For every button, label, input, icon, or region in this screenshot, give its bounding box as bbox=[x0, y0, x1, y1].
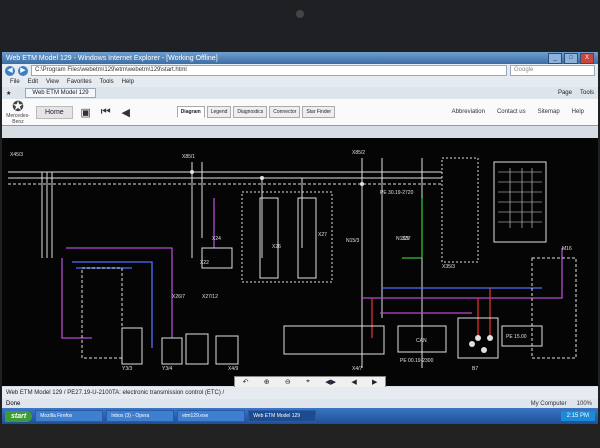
home-button[interactable]: Home bbox=[36, 105, 73, 119]
diagram-box-1: PE 00.19-2300 bbox=[400, 358, 434, 364]
tab-star-finder[interactable]: Star Finder bbox=[302, 106, 336, 118]
screen: Web ETM Model 129 - Windows Internet Exp… bbox=[2, 52, 598, 424]
app-tabs: Diagram Legend Diagnostics Connector Sta… bbox=[176, 106, 336, 118]
diagram-label-13: X4/9 bbox=[228, 366, 239, 372]
clock: 2:15 PM bbox=[560, 411, 595, 421]
favorites-star-icon[interactable]: ★ bbox=[6, 90, 11, 97]
status-done: Done bbox=[6, 400, 21, 407]
menu-favorites[interactable]: Favorites bbox=[67, 79, 92, 85]
taskbar-item-2[interactable]: etm129.exe bbox=[177, 410, 246, 422]
taskbar-item-3[interactable]: Web ETM Model 129 bbox=[248, 410, 317, 422]
diagram-label-0: X85/1 bbox=[182, 154, 195, 160]
taskbar-item-0[interactable]: Mozilla Firefox bbox=[35, 410, 104, 422]
window-titlebar: Web ETM Model 129 - Windows Internet Exp… bbox=[2, 52, 598, 64]
diagram-label-5: X22 bbox=[200, 260, 209, 266]
ie-status-bar: Done My Computer 100% bbox=[2, 399, 598, 408]
menu-help[interactable]: Help bbox=[122, 79, 134, 85]
tools-menu[interactable]: Tools bbox=[580, 90, 594, 96]
logo-text: Mercedes-Benz bbox=[6, 113, 30, 125]
favorites-bar: ★ Web ETM Model 129 Page Tools bbox=[2, 87, 598, 99]
forward-arrow-icon[interactable]: ▶ bbox=[18, 65, 28, 76]
menu-file[interactable]: File bbox=[10, 79, 20, 85]
menu-tools[interactable]: Tools bbox=[100, 79, 114, 85]
url-input[interactable]: C:\Program Files\webetm\129\etm\webetm\1… bbox=[31, 65, 507, 76]
taskbar: start Mozilla Firefox Inbox (3) - Opera … bbox=[2, 408, 598, 424]
zoom-in-icon[interactable]: ⊕ bbox=[264, 378, 270, 386]
next-icon[interactable]: ▶ bbox=[372, 378, 377, 386]
brand-logo: ✪ Mercedes-Benz bbox=[6, 99, 30, 125]
browser-tab[interactable]: Web ETM Model 129 bbox=[25, 88, 96, 98]
back-icon[interactable]: ◀ bbox=[119, 105, 133, 119]
diagram-svg: X45/3 X85/1 X85/2 X27 X26 X24 X22 X26/7 … bbox=[8, 150, 577, 372]
search-input[interactable]: Google bbox=[510, 65, 595, 76]
diagram-box-2: PE 15.00 bbox=[506, 334, 527, 340]
diagram-label-10: M16 bbox=[562, 246, 572, 252]
webcam bbox=[296, 10, 304, 18]
diagram-label-17: Z37 bbox=[402, 236, 411, 242]
close-button[interactable]: X bbox=[580, 52, 594, 64]
window-title: Web ETM Model 129 - Windows Internet Exp… bbox=[6, 54, 218, 62]
pan-icon[interactable]: ◀▶ bbox=[325, 378, 336, 386]
tab-connector[interactable]: Connector bbox=[269, 106, 301, 118]
skip-back-icon[interactable]: ⏮ bbox=[99, 105, 113, 119]
minimize-button[interactable]: _ bbox=[548, 52, 562, 64]
tab-diagram[interactable]: Diagram bbox=[176, 106, 205, 118]
diagram-label-15: Y3/4 bbox=[162, 366, 173, 372]
diagram-box-0: PE 30.19-2720 bbox=[380, 190, 414, 196]
diagram-label-3: X26 bbox=[272, 244, 281, 250]
link-contact[interactable]: Contact us bbox=[497, 109, 526, 115]
diagram-label-top-left: X45/3 bbox=[10, 152, 23, 158]
taskbar-item-1[interactable]: Inbox (3) - Opera bbox=[106, 410, 175, 422]
diagram-label-18: CAN bbox=[416, 338, 427, 344]
diagram-label-14: Y3/3 bbox=[122, 366, 133, 372]
status-zone: My Computer bbox=[530, 400, 567, 407]
diagram-label-8: N15/3 bbox=[346, 238, 360, 244]
breadcrumb: Web ETM Model 129 / PE27.19-U-2100TA: el… bbox=[2, 387, 598, 399]
menu-edit[interactable]: Edit bbox=[28, 79, 38, 85]
diagram-label-7: X27/12 bbox=[202, 294, 218, 300]
tab-diagnostics[interactable]: Diagnostics bbox=[233, 106, 268, 118]
diagram-label-2: X27 bbox=[318, 232, 327, 238]
menu-bar: File Edit View Favorites Tools Help bbox=[2, 77, 598, 87]
laptop-bottom-bezel bbox=[0, 424, 600, 448]
prev-icon[interactable]: ◀ bbox=[351, 378, 356, 386]
diagram-label-6: X26/7 bbox=[172, 294, 185, 300]
back-arrow-icon[interactable]: ◀ bbox=[5, 65, 15, 76]
status-zoom[interactable]: 100% bbox=[577, 401, 592, 407]
diagram-label-11: B7 bbox=[472, 366, 478, 372]
undo-icon[interactable]: ↶ bbox=[243, 378, 249, 386]
link-help[interactable]: Help bbox=[572, 109, 584, 115]
maximize-button[interactable]: □ bbox=[564, 52, 578, 64]
app-toolbar: ✪ Mercedes-Benz Home ▣ ⏮ ◀ Diagram Legen… bbox=[2, 99, 598, 126]
diagram-label-1: X85/2 bbox=[352, 150, 365, 156]
diagram-label-16: X35/3 bbox=[442, 264, 455, 270]
link-abbreviation[interactable]: Abbreviation bbox=[452, 109, 485, 115]
tab-legend[interactable]: Legend bbox=[206, 106, 232, 118]
link-sitemap[interactable]: Sitemap bbox=[538, 109, 560, 115]
zoom-out-icon[interactable]: ⊖ bbox=[285, 378, 291, 386]
diagram-label-12: X4/7 bbox=[352, 366, 363, 372]
page-menu[interactable]: Page bbox=[558, 90, 572, 96]
wiring-diagram[interactable]: X45/3 X85/1 X85/2 X27 X26 X24 X22 X26/7 … bbox=[2, 138, 598, 386]
menu-view[interactable]: View bbox=[46, 79, 59, 85]
start-button[interactable]: start bbox=[5, 410, 33, 422]
locate-icon[interactable]: ⌖ bbox=[306, 378, 310, 386]
address-bar: ◀ ▶ C:\Program Files\webetm\129\etm\webe… bbox=[2, 64, 598, 77]
app-links: Abbreviation Contact us Sitemap Help bbox=[452, 109, 594, 115]
mercedes-star-icon: ✪ bbox=[12, 98, 24, 114]
book-icon[interactable]: ▣ bbox=[79, 105, 93, 119]
diagram-label-4: X24 bbox=[212, 236, 221, 242]
